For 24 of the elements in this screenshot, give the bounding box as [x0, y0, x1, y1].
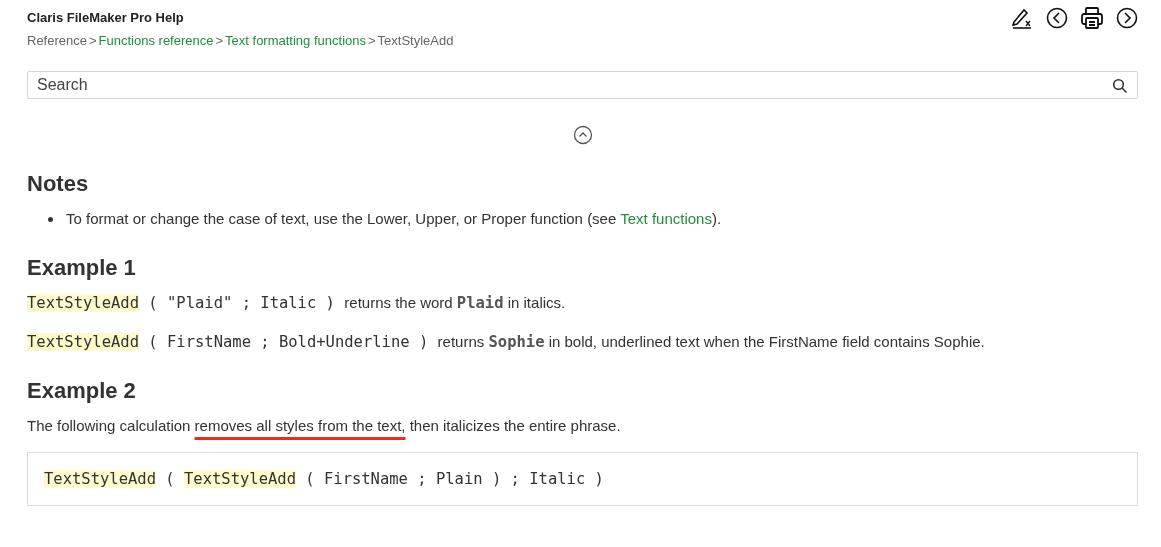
breadcrumb-separator: > — [89, 33, 97, 48]
breadcrumb-separator: > — [368, 33, 376, 48]
breadcrumb-item: TextStyleAdd — [377, 33, 454, 48]
breadcrumb-link[interactable]: Text formatting functions — [225, 33, 366, 48]
paragraph: TextStyleAdd ( FirstName ; Bold+Underline ) returns Sophie in bold, underlined text when the FirstName field contains Sophie. — [27, 332, 986, 352]
paragraph: The following calculation removes all styles from the text, then italicizes the entire phrase. — [27, 416, 622, 436]
back-icon[interactable] — [1046, 7, 1068, 29]
section-heading: Notes — [27, 171, 90, 197]
search-icon[interactable] — [1112, 78, 1128, 94]
code-block: TextStyleAdd ( TextStyleAdd ( FirstName ; Plain ) ; Italic ) — [27, 452, 1138, 506]
section-heading: Example 2 — [27, 378, 137, 404]
bullet-item: To format or change the case of text, use the Lower, Upper, or Proper function (see Text functions). — [66, 209, 722, 229]
collapse-icon[interactable] — [572, 125, 593, 145]
breadcrumb-link[interactable]: Functions reference — [98, 33, 214, 48]
breadcrumb-separator: > — [215, 33, 224, 48]
edit-pencil-icon[interactable] — [1010, 6, 1034, 30]
forward-icon[interactable] — [1116, 7, 1138, 29]
breadcrumb-item: Reference — [27, 33, 87, 48]
print-icon[interactable] — [1080, 6, 1104, 30]
help-title: Claris FileMaker Pro Help — [27, 10, 185, 25]
bullet-icon — [48, 216, 53, 222]
search-field[interactable]: Search — [27, 71, 1138, 99]
paragraph: TextStyleAdd ( "Plaid" ; Italic ) returns the word Plaid in italics. — [27, 293, 567, 313]
section-heading: Example 1 — [27, 255, 137, 281]
